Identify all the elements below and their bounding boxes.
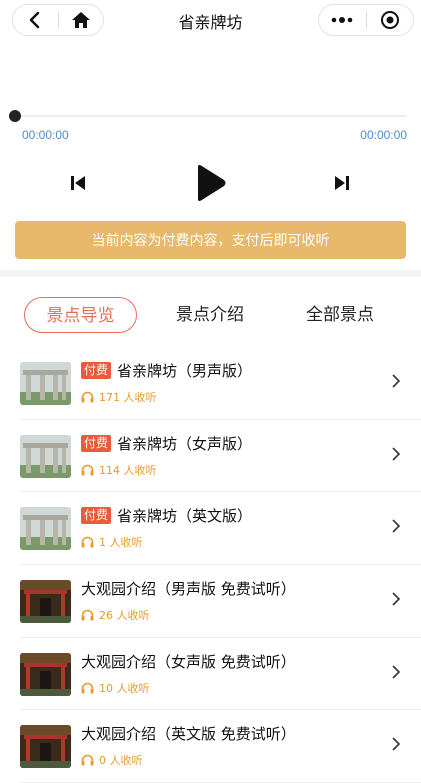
garden-thumbnail [20,725,71,769]
chevron-right-icon [392,665,401,679]
item-info: 大观园介绍（女声版 免费试听） 10 人收听 [81,651,296,696]
list-item[interactable]: 付费 省亲牌坊（女声版） 114 人收听 [0,420,421,493]
headphone-icon [81,464,94,476]
item-title: 省亲牌坊（男声版） [117,362,253,380]
chevron-right-icon [392,519,401,533]
tab-intro[interactable]: 景点介绍 [160,297,260,333]
garden-thumbnail [20,579,71,623]
tab-bar: 景点导览 景点介绍 全部景点 [0,277,421,347]
item-info: 大观园介绍（男声版 免费试听） 26 人收听 [81,578,296,623]
listener-count: 26 人收听 [99,609,150,623]
item-title: 大观园介绍（英文版 免费试听） [81,725,296,744]
paid-badge: 付费 [81,507,112,525]
headphone-icon [81,609,94,621]
item-info: 付费 省亲牌坊（英文版） 1 人收听 [81,505,252,550]
tab-all-spots[interactable]: 全部景点 [290,297,390,333]
list-item[interactable]: 大观园介绍（男声版 免费试听） 26 人收听 [0,565,421,638]
headphone-icon [81,537,94,548]
next-icon [335,176,349,190]
item-title: 大观园介绍（女声版 免费试听） [81,652,296,671]
item-info: 付费 省亲牌坊（男声版） 171 人收听 [81,360,252,405]
play-icon [198,165,226,201]
headphone-icon [81,755,94,766]
list-item[interactable]: 付费 省亲牌坊（男声版） 171 人收听 [0,347,421,420]
next-button[interactable] [328,170,356,196]
chevron-right-icon [392,374,401,388]
listener-count: 114 人收听 [99,463,157,477]
progress-track[interactable] [15,115,406,117]
nav-right-capsule [318,4,414,36]
item-title: 省亲牌坊（英文版） [117,507,253,526]
audio-player: 00:00:00 00:00:00 当前内容为付费内容，支付后即可收听 [0,40,421,270]
pay-notice-button[interactable]: 当前内容为付费内容，支付后即可收听 [15,221,406,259]
prev-icon [71,176,85,190]
headphone-icon [81,391,94,403]
more-button[interactable] [319,5,366,35]
list-item[interactable]: 付费 省亲牌坊（英文版） 1 人收听 [0,492,421,565]
list-item[interactable]: 大观园介绍（女声版 免费试听） 10 人收听 [0,638,421,711]
item-info: 付费 省亲牌坊（女声版） 114 人收听 [81,433,252,478]
garden-thumbnail [20,652,71,696]
paid-badge: 付费 [81,434,112,452]
tab-guide[interactable]: 景点导览 [24,297,137,333]
nav-bar: 省亲牌坊 [0,0,421,40]
target-icon [380,11,399,29]
listener-count: 171 人收听 [99,391,157,404]
item-title: 省亲牌坊（女声版） [117,434,253,453]
listener-count: 1 人收听 [99,536,143,550]
chevron-right-icon [392,737,401,752]
paid-badge: 付费 [81,362,112,379]
total-time: 00:00:00 [360,128,407,142]
listener-count: 0 人收听 [99,754,143,768]
item-title: 大观园介绍（男声版 免费试听） [81,580,296,599]
chevron-right-icon [392,592,401,606]
chevron-right-icon [392,447,401,461]
more-icon [331,17,353,23]
arch-thumbnail [20,361,71,405]
close-miniapp-button[interactable] [367,5,414,35]
previous-button[interactable] [64,170,92,196]
play-button[interactable] [190,162,230,204]
arch-thumbnail [20,507,71,551]
item-info: 大观园介绍（英文版 免费试听） 0 人收听 [81,723,296,768]
headphone-icon [81,682,94,694]
audio-list: 付费 省亲牌坊（男声版） 171 人收听 付费 省亲牌坊（女声版） 114 人收… [0,347,421,783]
listener-count: 10 人收听 [99,681,150,695]
list-item[interactable]: 大观园介绍（英文版 免费试听） 0 人收听 [0,710,421,783]
progress-handle[interactable] [9,110,21,122]
section-divider [0,270,421,277]
arch-thumbnail [20,434,71,478]
current-time: 00:00:00 [22,128,69,142]
